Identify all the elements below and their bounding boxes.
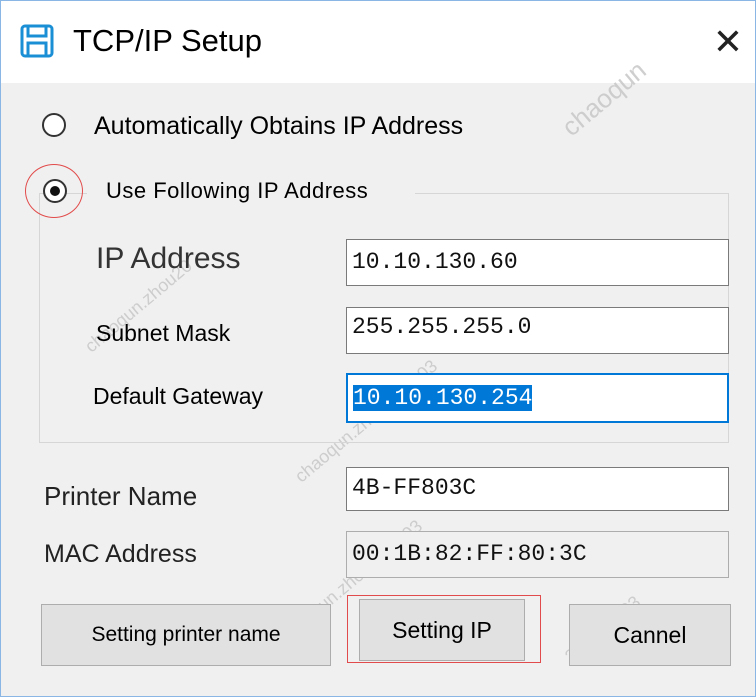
window-title: TCP/IP Setup [73,23,262,58]
annotation-rectangle [347,595,541,663]
ip-address-field[interactable]: 10.10.130.60 [346,239,729,286]
setting-printer-name-button[interactable]: Setting printer name [41,604,331,666]
manual-ip-label[interactable]: Use Following IP Address [106,174,368,208]
mac-address-label: MAC Address [44,540,197,568]
selected-text: 10.10.130.254 [353,385,533,411]
subnet-mask-field[interactable]: 255.255.255.0 [346,307,729,354]
auto-ip-radio[interactable] [42,113,66,137]
save-disk-icon [20,24,54,58]
ip-address-label: IP Address [96,242,241,275]
auto-ip-label[interactable]: Automatically Obtains IP Address [94,109,463,143]
default-gateway-label: Default Gateway [93,383,264,409]
mac-address-field: 00:1B:82:FF:80:3C [346,531,729,578]
cancel-button[interactable]: Cannel [569,604,731,666]
subnet-mask-label: Subnet Mask [96,320,231,346]
tcpip-setup-dialog: TCP/IP Setup ✕ chaoqun chaoqun.zhou20 ch… [0,0,756,697]
default-gateway-field[interactable]: 10.10.130.254 [346,373,729,423]
printer-name-field[interactable]: 4B-FF803C [346,467,729,511]
annotation-circle [25,164,83,218]
printer-name-label: Printer Name [44,481,198,511]
close-button[interactable]: ✕ [701,15,755,69]
